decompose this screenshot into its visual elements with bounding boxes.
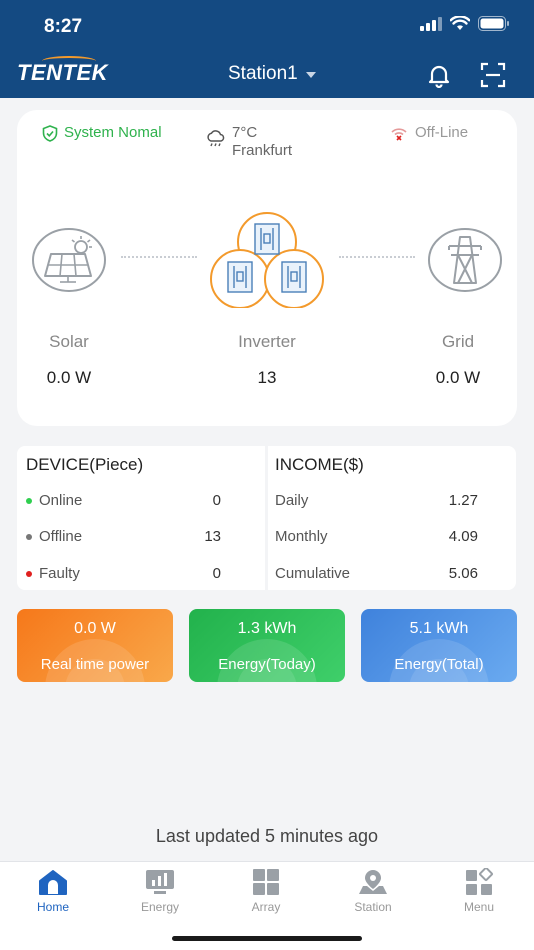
tab-label: Home bbox=[36, 900, 69, 914]
device-title: DEVICE(Piece) bbox=[26, 455, 144, 474]
status-time: 8:27 bbox=[44, 16, 83, 37]
menu-icon bbox=[466, 868, 493, 895]
chevron-down-icon bbox=[305, 72, 316, 78]
solar-label: Solar bbox=[49, 332, 89, 351]
income-row-label: Cumulative bbox=[275, 565, 351, 582]
tab-station[interactable]: Station bbox=[333, 868, 413, 914]
metric-label: Energy(Total) bbox=[394, 656, 484, 673]
scan-icon[interactable] bbox=[480, 62, 506, 88]
grid-value: 0.0 W bbox=[435, 368, 481, 387]
income-row-label: Monthly bbox=[275, 528, 328, 545]
home-indicator bbox=[172, 936, 362, 941]
connection-status-text: Off-Line bbox=[415, 124, 469, 141]
home-icon bbox=[39, 870, 67, 895]
device-row-offline: Offline 13 bbox=[17, 528, 265, 548]
bell-icon[interactable] bbox=[426, 62, 452, 88]
tab-energy[interactable]: Energy bbox=[120, 868, 200, 914]
tab-label: Energy bbox=[140, 900, 180, 914]
device-row-label: Faulty bbox=[39, 565, 80, 582]
inverter-value: 13 bbox=[257, 368, 277, 387]
device-panel: DEVICE(Piece) Online 0 Offline 13 Faulty… bbox=[17, 446, 265, 590]
device-row-value: 0 bbox=[212, 492, 221, 509]
overview-card: System Nomal 7°C Frankfurt Off-Line Sola… bbox=[17, 110, 517, 426]
battery-icon bbox=[478, 16, 509, 31]
offline-status-dot bbox=[26, 533, 32, 540]
station-name: Station1 bbox=[228, 63, 298, 84]
solar-panel-icon bbox=[32, 228, 106, 292]
last-updated-text: Last updated 5 minutes ago bbox=[155, 826, 379, 846]
device-row-faulty: Faulty 0 bbox=[17, 565, 265, 585]
metric-value: 1.3 kWh bbox=[237, 620, 297, 637]
income-row-daily: Daily 1.27 bbox=[268, 492, 516, 512]
tab-label: Station bbox=[354, 900, 392, 914]
energy-icon bbox=[146, 870, 174, 894]
app-header: 8:27 TENTEK Station1 bbox=[0, 0, 534, 98]
weather-city: Frankfurt bbox=[232, 142, 293, 159]
grid-label: Grid bbox=[441, 332, 475, 351]
online-status-dot bbox=[26, 497, 32, 504]
system-status-text: System Nomal bbox=[64, 124, 162, 141]
faulty-status-dot bbox=[26, 570, 32, 577]
income-title: INCOME($) bbox=[275, 455, 364, 474]
connection-status: Off-Line bbox=[389, 124, 468, 141]
shield-check-icon bbox=[42, 125, 58, 142]
station-selector[interactable]: Station1 bbox=[228, 63, 316, 85]
tab-home[interactable]: Home bbox=[13, 868, 93, 914]
system-status: System Nomal bbox=[42, 124, 162, 142]
weather-info: 7°C Frankfurt bbox=[206, 124, 292, 160]
metric-value: 5.1 kWh bbox=[409, 620, 469, 637]
metric-value: 0.0 W bbox=[74, 620, 116, 637]
metric-label: Energy(Today) bbox=[218, 656, 316, 673]
wifi-off-icon bbox=[391, 128, 407, 141]
metric-energy-today[interactable]: 1.3 kWh Energy(Today) bbox=[189, 609, 345, 682]
solar-value: 0.0 W bbox=[46, 368, 92, 387]
income-row-value: 1.27 bbox=[448, 492, 478, 509]
income-panel: INCOME($) Daily 1.27 Monthly 4.09 Cumula… bbox=[268, 446, 516, 590]
flow-line-grid bbox=[339, 256, 415, 258]
tab-menu[interactable]: Menu bbox=[439, 868, 519, 914]
station-icon bbox=[359, 870, 387, 894]
income-row-monthly: Monthly 4.09 bbox=[268, 528, 516, 548]
device-row-value: 0 bbox=[212, 565, 221, 582]
inverter-label: Inverter bbox=[238, 332, 296, 351]
weather-temp: 7°C bbox=[232, 124, 258, 141]
device-row-value: 13 bbox=[204, 528, 221, 545]
device-row-online: Online 0 bbox=[17, 492, 265, 512]
metric-label: Real time power bbox=[40, 656, 150, 673]
wifi-icon bbox=[450, 16, 470, 30]
metric-realtime-power[interactable]: 0.0 W Real time power bbox=[17, 609, 173, 682]
brand-logo: TENTEK bbox=[17, 60, 108, 85]
income-row-value: 5.06 bbox=[448, 565, 478, 582]
income-row-cumulative: Cumulative 5.06 bbox=[268, 565, 516, 585]
device-row-label: Online bbox=[39, 492, 83, 509]
device-row-label: Offline bbox=[39, 528, 83, 545]
income-row-label: Daily bbox=[275, 492, 309, 509]
inverter-icon bbox=[210, 212, 324, 308]
tab-array[interactable]: Array bbox=[226, 868, 306, 914]
signal-icon bbox=[420, 16, 442, 31]
income-row-value: 4.09 bbox=[448, 528, 478, 545]
grid-tower-icon bbox=[428, 228, 502, 292]
tab-label: Menu bbox=[463, 900, 495, 914]
flow-line-solar bbox=[121, 256, 197, 258]
array-icon bbox=[253, 869, 279, 895]
tab-label: Array bbox=[251, 900, 281, 914]
metric-energy-total[interactable]: 5.1 kWh Energy(Total) bbox=[361, 609, 517, 682]
status-icons bbox=[420, 16, 510, 31]
cloud-rain-icon bbox=[207, 130, 225, 147]
